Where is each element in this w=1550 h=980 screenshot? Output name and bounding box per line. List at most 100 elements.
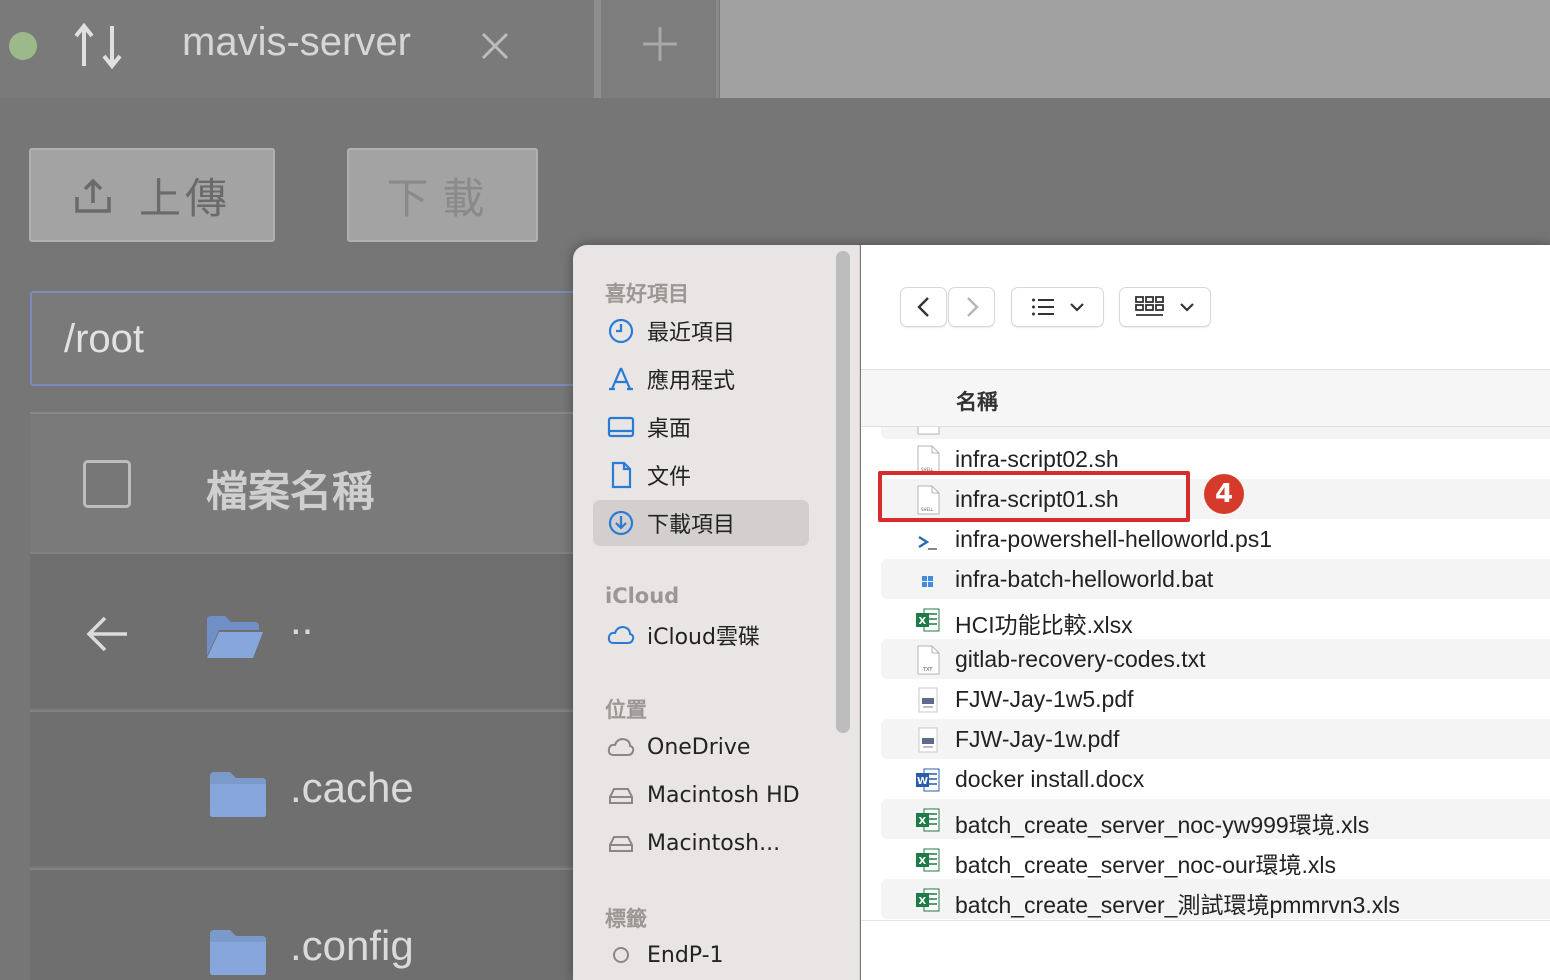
file-name: HCI功能比較.xlsx <box>955 612 1133 638</box>
folder-icon <box>210 772 266 817</box>
row-name: .cache <box>290 764 414 811</box>
sidebar-item-macintosh-2[interactable]: Macintosh... <box>593 820 809 866</box>
tag-circle-icon <box>613 947 629 963</box>
plus-icon <box>643 27 677 61</box>
download-circle-icon <box>608 510 634 536</box>
excel-icon: X <box>916 888 940 912</box>
list-item[interactable]: FJW-Jay-1w.pdf <box>881 719 1550 759</box>
forward-button[interactable] <box>948 287 995 327</box>
chevron-left-icon <box>916 297 929 317</box>
sidebar-item-label: Macintosh... <box>647 830 781 856</box>
excel-icon: X <box>916 808 940 832</box>
row-name: .config <box>290 922 414 969</box>
path-value: /root <box>64 317 145 361</box>
sidebar-heading-tags: 標籤 <box>605 907 647 931</box>
list-item[interactable]: X batch_create_server_noc-our環境.xls <box>881 839 1550 879</box>
list-item[interactable]: infra-batch-helloworld.bat <box>881 559 1550 599</box>
svg-text:X: X <box>919 616 927 627</box>
pdf-file-icon <box>918 727 938 753</box>
upload-button[interactable]: 上傳 <box>29 148 275 242</box>
file-name: batch_create_server_noc-yw999環境.xls <box>955 812 1370 838</box>
sidebar-item-label: 下載項目 <box>647 513 736 538</box>
sidebar-item-label: 應用程式 <box>647 369 736 394</box>
file-name: gitlab-recovery-codes.txt <box>955 646 1206 672</box>
word-icon: W <box>916 768 940 792</box>
upload-icon <box>75 178 111 213</box>
close-icon[interactable] <box>480 30 510 62</box>
text-file-icon: TXT <box>917 645 940 675</box>
sidebar-item-downloads[interactable]: 下載項目 <box>593 500 809 546</box>
desktop-icon <box>607 416 635 438</box>
column-name-label: 名稱 <box>956 390 998 414</box>
new-tab-button[interactable] <box>601 0 719 98</box>
svg-text:X: X <box>919 856 927 867</box>
file-name: infra-powershell-helloworld.ps1 <box>955 526 1273 552</box>
connection-status-icon <box>9 32 37 60</box>
file-name: infra-script02.sh <box>955 446 1119 472</box>
grid-icon <box>1135 296 1164 316</box>
sidebar-item-tag[interactable]: EndP-1 <box>593 932 809 978</box>
download-label: 下載 <box>386 173 499 223</box>
column-header[interactable]: 名稱 <box>861 369 1550 427</box>
folder-icon <box>210 930 266 975</box>
sidebar-scrollbar[interactable] <box>836 251 850 733</box>
svg-text:TXT: TXT <box>922 667 933 673</box>
sidebar-item-label: Macintosh HD <box>647 782 800 808</box>
file-name: batch_create_server_noc-our環境.xls <box>955 852 1336 878</box>
chevron-right-icon <box>966 297 979 317</box>
sidebar-item-macintosh-hd[interactable]: Macintosh HD <box>593 772 809 818</box>
sidebar-item-onedrive[interactable]: OneDrive <box>593 724 809 770</box>
tab-bar-empty <box>720 0 1550 98</box>
tab-title: mavis-server <box>182 20 411 64</box>
list-item[interactable]: X HCI功能比較.xlsx <box>881 599 1550 639</box>
file-name: infra-batch-helloworld.bat <box>955 566 1214 592</box>
sidebar-item-label: 文件 <box>647 465 692 490</box>
column-filename: 檔案名稱 <box>206 467 375 516</box>
dialog-file-browser: 名稱 SHELL infra-script02.sh SHELL infra-s… <box>861 245 1550 980</box>
sidebar-item-label: 最近項目 <box>647 321 736 346</box>
sidebar-item-applications[interactable]: 應用程式 <box>593 356 809 402</box>
pdf-file-icon <box>918 687 938 713</box>
highlight-box <box>878 471 1190 522</box>
group-view-button[interactable] <box>1119 287 1211 327</box>
list-item[interactable]: X batch_create_server_noc-yw999環境.xls <box>881 799 1550 839</box>
arrow-left-icon[interactable] <box>85 614 129 654</box>
list-item[interactable]: infra-powershell-helloworld.ps1 <box>881 519 1550 559</box>
table-row[interactable]: .. <box>30 552 590 708</box>
file-name: FJW-Jay-1w.pdf <box>955 726 1120 752</box>
list-divider <box>861 920 1550 921</box>
list-item[interactable] <box>881 427 1550 439</box>
sidebar-item-desktop[interactable]: 桌面 <box>593 404 809 450</box>
sidebar-item-icloud-drive[interactable]: iCloud雲碟 <box>593 612 809 658</box>
list-item[interactable]: W docker install.docx <box>881 759 1550 799</box>
chevron-down-icon <box>1180 303 1194 312</box>
sidebar-item-documents[interactable]: 文件 <box>593 452 809 498</box>
table-row[interactable]: .config <box>30 868 590 980</box>
step-badge: 4 <box>1204 474 1244 514</box>
back-button[interactable] <box>900 287 947 327</box>
list-item[interactable]: TXT gitlab-recovery-codes.txt <box>881 639 1550 679</box>
tab-divider <box>594 0 601 98</box>
table-header: 檔案名稱 <box>30 412 590 552</box>
file-name: docker install.docx <box>955 766 1145 792</box>
sidebar-heading-favorites: 喜好項目 <box>605 282 689 306</box>
list-item[interactable]: X batch_create_server_測試環境pmmrvn3.xls <box>881 879 1550 919</box>
excel-icon: X <box>916 608 940 632</box>
dialog-sidebar: 喜好項目 最近項目 應用程式 桌面 文件 下載項目 iCloud iCloud雲… <box>573 245 860 980</box>
list-view-button[interactable] <box>1011 287 1104 327</box>
sidebar-item-label: OneDrive <box>647 734 751 760</box>
list-icon <box>1031 298 1054 316</box>
list-item[interactable]: FJW-Jay-1w5.pdf <box>881 679 1550 719</box>
transfer-arrows-icon <box>74 22 122 70</box>
cloud-icon <box>607 625 635 644</box>
download-button[interactable]: 下載 <box>347 148 538 242</box>
sidebar-item-recents[interactable]: 最近項目 <box>593 308 809 354</box>
select-all-checkbox[interactable] <box>83 460 131 508</box>
svg-text:X: X <box>919 816 927 827</box>
path-input[interactable]: /root <box>30 291 590 386</box>
chevron-down-icon <box>1069 303 1084 312</box>
table-row[interactable]: .cache <box>30 710 590 866</box>
folder-open-icon <box>207 616 263 658</box>
hard-drive-icon <box>609 788 633 804</box>
hard-drive-icon <box>609 836 633 852</box>
